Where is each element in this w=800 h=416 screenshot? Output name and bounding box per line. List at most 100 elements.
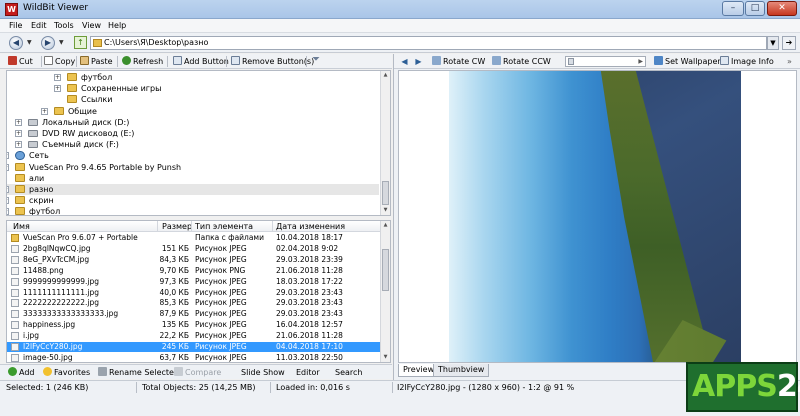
zoom-slider[interactable]: ▶ xyxy=(565,56,646,67)
expand-toggle-icon[interactable]: + xyxy=(15,118,22,126)
file-list[interactable]: Имя Размер Тип элемента Дата изменения V… xyxy=(6,220,391,363)
tree-item[interactable]: + футбол xyxy=(7,206,379,215)
tab-thumbview[interactable]: Thumbview xyxy=(433,364,490,377)
add-button-button[interactable]: Add Button xyxy=(173,56,229,68)
editor-button[interactable]: Editor xyxy=(296,367,320,379)
add-button[interactable]: Add xyxy=(8,367,35,379)
expand-toggle-icon[interactable]: + xyxy=(41,107,48,115)
scroll-up-icon[interactable]: ▲ xyxy=(381,71,390,80)
back-history-dropdown[interactable]: ▼ xyxy=(27,39,32,46)
left-arrow-icon[interactable]: ◀ xyxy=(399,56,410,67)
tree-item[interactable]: + Съемный диск (F:) xyxy=(7,139,379,150)
expand-toggle-icon[interactable]: + xyxy=(54,85,61,93)
tree-item[interactable]: + Сохраненные игры xyxy=(7,83,379,94)
file-size: 22,2 КБ xyxy=(159,331,189,341)
more-tools-icon[interactable]: » xyxy=(787,56,792,68)
rotate-ccw-button[interactable]: Rotate CCW xyxy=(492,56,551,68)
list-scrollbar[interactable]: ▲ ▼ xyxy=(380,221,390,362)
column-type[interactable]: Тип элемента xyxy=(195,222,253,231)
funnel-icon[interactable]: ⏷ xyxy=(312,54,320,66)
file-name: 2bg8qlNqwCQ.jpg xyxy=(23,243,91,253)
expand-toggle-icon[interactable]: + xyxy=(7,163,9,171)
network-icon xyxy=(15,151,25,161)
image-info-button[interactable]: Image Info xyxy=(720,56,774,68)
tree-item[interactable]: + Сеть xyxy=(7,150,379,161)
menu-edit[interactable]: Edit xyxy=(31,21,47,30)
tree-item[interactable]: + Локальный диск (D:) xyxy=(7,117,379,128)
menu-view[interactable]: View xyxy=(82,21,101,30)
scroll-down-icon[interactable]: ▼ xyxy=(381,206,390,215)
remove-buttons-button[interactable]: Remove Button(s) xyxy=(231,56,314,68)
search-button[interactable]: Search xyxy=(335,367,362,379)
path-input[interactable]: C:\Users\Я\Desktop\разно xyxy=(90,36,767,50)
file-row[interactable]: I2lFyCcY280.jpg 245 КБ Рисунок JPEG 04.04.2… xyxy=(7,342,382,352)
scroll-thumb[interactable] xyxy=(382,249,389,291)
expand-toggle-icon[interactable]: + xyxy=(15,141,22,149)
tree-item[interactable]: + скрин xyxy=(7,195,379,206)
tree-item[interactable]: + VueScan Pro 9.4.65 Portable by Punsh xyxy=(7,162,379,173)
refresh-button[interactable]: Refresh xyxy=(122,56,163,68)
file-row[interactable]: VueScan Pro 9.6.07 + Portable Папка с фай… xyxy=(7,233,382,243)
cut-button[interactable]: Cut xyxy=(8,56,33,68)
slide-show-button[interactable]: Slide Show xyxy=(241,367,285,379)
menu-help[interactable]: Help xyxy=(108,21,126,30)
tree-item[interactable]: Ссылки xyxy=(7,94,379,105)
set-wallpaper-button[interactable]: Set Wallpaper xyxy=(654,56,721,68)
minimize-button[interactable]: – xyxy=(722,1,744,16)
file-list-header: Имя Размер Тип элемента Дата изменения xyxy=(7,221,382,232)
file-row[interactable]: 11488.png 9,70 КБ Рисунок PNG 21.06.2018 11… xyxy=(7,266,382,276)
maximize-button[interactable]: □ xyxy=(745,1,765,16)
folder-up-button[interactable]: ↑ xyxy=(74,36,87,49)
file-row[interactable]: image-50.jpg 63,7 КБ Рисунок JPEG 11.03.201… xyxy=(7,352,382,362)
toolbar-divider xyxy=(117,56,118,67)
tree-item[interactable]: + Общие xyxy=(7,106,379,117)
menu-file[interactable]: File xyxy=(9,21,22,30)
path-text: C:\Users\Я\Desktop\разно xyxy=(104,38,209,47)
tree-item[interactable]: + разно xyxy=(7,184,379,195)
scroll-down-icon[interactable]: ▼ xyxy=(381,353,390,362)
right-arrow-icon[interactable]: ▶ xyxy=(413,56,424,67)
forward-history-dropdown[interactable]: ▼ xyxy=(59,39,64,46)
folder-tree[interactable]: + футбол + Сохраненные игры Ссылки + Общие + Лок… xyxy=(6,70,391,216)
file-row[interactable]: 1111111111111.jpg 40,0 КБ Рисунок JPEG 29.0… xyxy=(7,288,382,298)
file-row[interactable]: 2222222222222.jpg 85,3 КБ Рисунок JPEG 29.0… xyxy=(7,298,382,308)
status-selected: Selected: 1 (246 KB) xyxy=(6,383,89,392)
file-name: 9999999999999.jpg xyxy=(23,276,100,286)
copy-button[interactable]: Copy xyxy=(44,56,75,68)
close-button[interactable]: ✕ xyxy=(767,1,797,16)
zoom-slider-knob[interactable] xyxy=(568,58,574,65)
back-button[interactable]: ◀ xyxy=(9,36,23,50)
tree-scrollbar[interactable]: ▲ ▼ xyxy=(380,71,390,215)
scroll-thumb[interactable] xyxy=(382,181,389,205)
file-row[interactable]: happiness.jpg 135 КБ Рисунок JPEG 16.04.201… xyxy=(7,320,382,330)
path-dropdown-button[interactable]: ▼ xyxy=(767,36,779,50)
menu-tools[interactable]: Tools xyxy=(54,21,74,30)
file-row[interactable]: 33333333333333333.jpg 87,9 КБ Рисунок JPEG… xyxy=(7,309,382,319)
scroll-up-icon[interactable]: ▲ xyxy=(381,221,390,230)
favorites-button[interactable]: Favorites xyxy=(43,367,90,379)
file-type: Рисунок JPEG xyxy=(195,352,247,362)
expand-toggle-icon[interactable]: + xyxy=(15,130,22,137)
tree-item[interactable]: али xyxy=(7,173,379,184)
file-row[interactable]: 9999999999999.jpg 97,3 КБ Рисунок JPEG 18.0… xyxy=(7,277,382,287)
paste-button[interactable]: Paste xyxy=(80,56,113,68)
go-arrow-button[interactable]: ➔ xyxy=(782,36,796,50)
rotate-cw-button[interactable]: Rotate CW xyxy=(432,56,485,68)
file-row[interactable]: 2bg8qlNqwCQ.jpg 151 КБ Рисунок JPEG 02.04.2… xyxy=(7,244,382,254)
file-row[interactable]: i.jpg 22,2 КБ Рисунок JPEG 21.06.2018 11:28 xyxy=(7,331,382,341)
forward-button[interactable]: ▶ xyxy=(41,36,55,50)
expand-toggle-icon[interactable]: + xyxy=(7,208,9,215)
compare-button[interactable]: Compare xyxy=(174,367,221,379)
image-preview-area[interactable] xyxy=(398,70,797,363)
tree-item[interactable]: + DVD RW дисковод (E:) xyxy=(7,128,379,139)
column-name[interactable]: Имя xyxy=(13,222,30,231)
expand-toggle-icon[interactable]: + xyxy=(54,74,61,81)
expand-toggle-icon[interactable]: + xyxy=(7,186,9,193)
column-date[interactable]: Дата изменения xyxy=(276,222,345,231)
rename-selected-button[interactable]: Rename Selected xyxy=(98,367,179,379)
tree-item[interactable]: + футбол xyxy=(7,72,379,83)
expand-toggle-icon[interactable]: + xyxy=(7,152,9,160)
file-row[interactable]: 8eG_PXvTcCM.jpg 84,3 КБ Рисунок JPEG 29.03.… xyxy=(7,255,382,265)
expand-toggle-icon[interactable]: + xyxy=(7,197,9,205)
column-size[interactable]: Размер xyxy=(162,222,192,231)
